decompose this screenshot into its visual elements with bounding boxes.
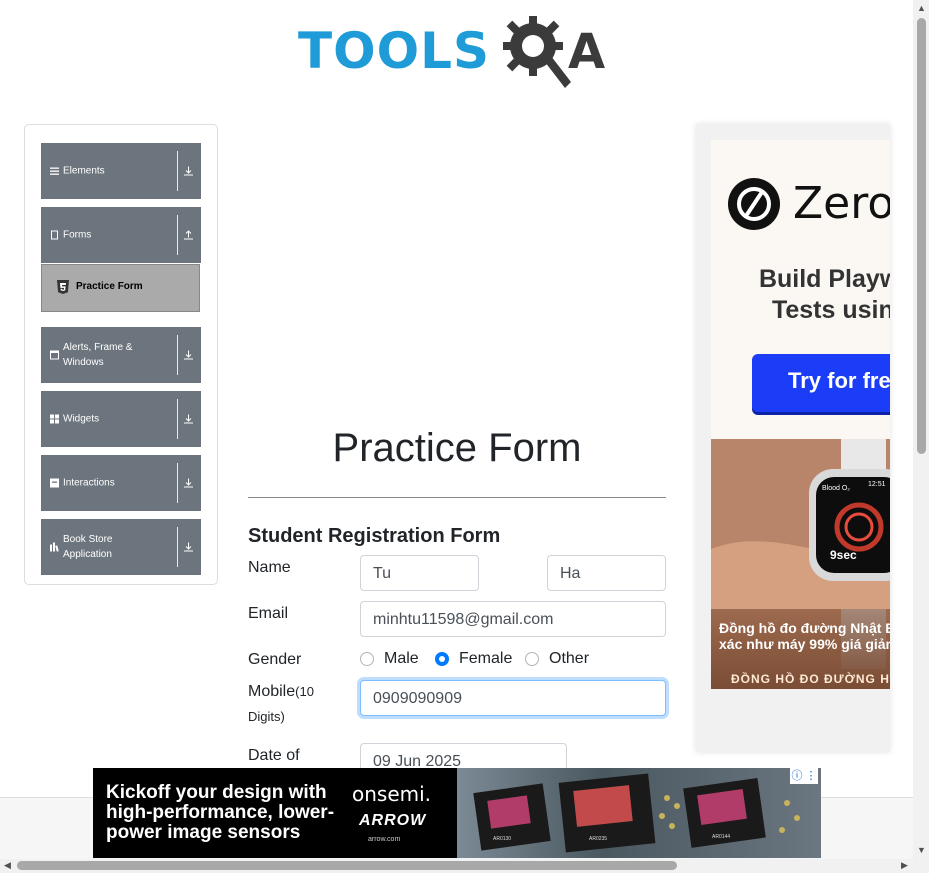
sidebar: Elements Forms Practice Form Alerts, Fra… xyxy=(24,124,218,585)
box-icon xyxy=(50,478,59,488)
divider xyxy=(177,399,178,439)
scroll-down-arrow-icon[interactable]: ▼ xyxy=(917,846,926,855)
logo-text-tools: TOOLS xyxy=(298,22,490,80)
sidebar-group-label: Alerts, Frame & Windows xyxy=(63,342,133,368)
onsemi-logo: onsemi. xyxy=(352,782,432,806)
bottom-advertisement[interactable]: Kickoff your design with high-performanc… xyxy=(93,768,821,858)
radio-button[interactable] xyxy=(525,652,539,666)
chip-label: AR0235 xyxy=(589,836,608,842)
last-name-input[interactable]: Ha xyxy=(547,555,666,591)
form-subtitle: Student Registration Form xyxy=(248,525,501,547)
watch-reading: 9sec xyxy=(830,548,857,562)
divider xyxy=(177,151,178,191)
gender-radio-other[interactable]: Other xyxy=(525,650,590,667)
sidebar-group-book-store[interactable]: Book Store Application xyxy=(41,519,201,575)
name-label: Name xyxy=(248,559,291,576)
sidebar-group-interactions[interactable]: Interactions xyxy=(41,455,201,511)
radio-button[interactable] xyxy=(360,652,374,666)
hamburger-icon xyxy=(50,167,59,175)
scroll-right-arrow-icon[interactable]: ▶ xyxy=(901,861,908,870)
ad-headline: Kickoff your design with high-performanc… xyxy=(106,783,334,843)
gender-radio-male[interactable]: Male xyxy=(360,650,419,667)
page-title: Practice Form xyxy=(332,426,582,470)
sidebar-group-label: Elements xyxy=(63,165,105,177)
mobile-hint: (10 xyxy=(295,684,314,699)
grid-icon xyxy=(50,414,59,424)
upload-arrow-icon xyxy=(184,230,193,240)
ad-caption: Đồng hồ đo đường Nhật Bản xác như máy 99… xyxy=(719,620,890,652)
mobile-label-text: Mobile xyxy=(248,683,296,700)
ad-info-icon[interactable]: ⓘ ⋮ xyxy=(790,768,818,784)
ad-headline-line: high-performance, lower- xyxy=(106,802,335,823)
download-arrow-icon xyxy=(184,166,193,176)
gender-label: Gender xyxy=(248,651,302,668)
sidebar-group-widgets[interactable]: Widgets xyxy=(41,391,201,447)
divider xyxy=(177,463,178,503)
vertical-scrollbar-thumb[interactable] xyxy=(917,18,926,454)
sidebar-item-label: Practice Form xyxy=(76,281,143,292)
sidebar-group-label: Widgets xyxy=(63,413,100,425)
mobile-label: Mobile(10 xyxy=(248,683,314,701)
document-icon xyxy=(51,230,58,240)
download-arrow-icon xyxy=(184,350,193,360)
logo-text-a: A xyxy=(568,24,606,80)
chip-label: AR0130 xyxy=(493,836,512,842)
zerostep-logo-icon xyxy=(728,178,780,230)
chip-label: AR0144 xyxy=(712,834,731,840)
mobile-input[interactable]: 0909090909 xyxy=(360,680,666,716)
sensor-chips-image xyxy=(473,773,800,853)
gear-magnifier-icon xyxy=(503,16,571,88)
download-arrow-icon xyxy=(184,478,193,488)
sidebar-group-label: Interactions xyxy=(63,477,115,489)
sidebar-group-forms[interactable]: Forms xyxy=(41,207,201,263)
radio-label: Female xyxy=(459,650,513,667)
radio-label: Other xyxy=(549,650,590,667)
scroll-up-arrow-icon[interactable]: ▲ xyxy=(917,4,926,13)
html5-icon xyxy=(57,280,69,294)
ad-headline-line: Kickoff your design with xyxy=(106,782,327,803)
zerostep-ad[interactable]: ZeroS Build Playwr Tests using Try for f… xyxy=(711,140,890,440)
email-label: Email xyxy=(248,605,289,622)
ad-copy: Build Playwr Tests using xyxy=(711,264,890,326)
sidebar-item-practice-form[interactable]: Practice Form xyxy=(41,264,200,312)
sidebar-group-elements[interactable]: Elements xyxy=(41,143,201,199)
arrow-logo: ARROW xyxy=(359,812,427,829)
mobile-hint-digits: Digits) xyxy=(248,709,285,724)
image-sensor-photo: AR0130 AR0235 AR0144 xyxy=(457,768,821,858)
ad-copy-line: Build Playwr xyxy=(758,265,890,293)
toolsqa-logo[interactable]: TOOLS A xyxy=(298,16,622,90)
scroll-left-arrow-icon[interactable]: ◀ xyxy=(4,861,11,870)
sidebar-group-label: Book Store Application xyxy=(63,534,113,560)
email-input[interactable]: minhtu11598@gmail.com xyxy=(360,601,666,637)
right-advertisement[interactable]: ZeroS Build Playwr Tests using Try for f… xyxy=(696,124,890,752)
sidebar-group-label: Forms xyxy=(63,229,92,241)
window-icon xyxy=(50,350,59,360)
dob-label: Date of xyxy=(248,747,300,764)
download-arrow-icon xyxy=(184,542,193,552)
watch-time: 12:51 xyxy=(868,481,886,488)
ad-caption-line: xác như máy 99% giá giảm si xyxy=(719,636,890,652)
divider xyxy=(177,527,178,567)
library-icon xyxy=(50,542,59,552)
sidebar-group-alerts[interactable]: Alerts, Frame & Windows xyxy=(41,327,201,383)
radio-label: Male xyxy=(384,650,419,667)
try-for-free-button[interactable]: Try for free xyxy=(752,354,890,412)
watch-label: Blood O₂ xyxy=(822,485,851,492)
download-arrow-icon xyxy=(184,414,193,424)
radio-button-selected[interactable] xyxy=(435,652,449,666)
watch-ad[interactable]: Blood O₂ 12:51 9sec Đồng hồ đo đường Nhậ… xyxy=(711,439,890,689)
horizontal-scrollbar-thumb[interactable] xyxy=(17,861,677,870)
arrow-url: arrow.com xyxy=(368,836,401,843)
divider xyxy=(177,215,178,255)
title-divider xyxy=(248,497,666,498)
ad-caption-line: Đồng hồ đo đường Nhật Bản xyxy=(719,620,890,636)
ad-copy-line: Tests using xyxy=(771,296,890,324)
divider xyxy=(177,335,178,375)
ad-caption-footer: ĐỒNG HỒ ĐO ĐƯỜNG HUYẾT xyxy=(731,672,890,686)
gender-radio-female[interactable]: Female xyxy=(435,650,513,667)
ad-brand: ZeroS xyxy=(793,178,890,229)
ad-headline-line: power image sensors xyxy=(106,822,301,843)
first-name-input[interactable]: Tu xyxy=(360,555,479,591)
